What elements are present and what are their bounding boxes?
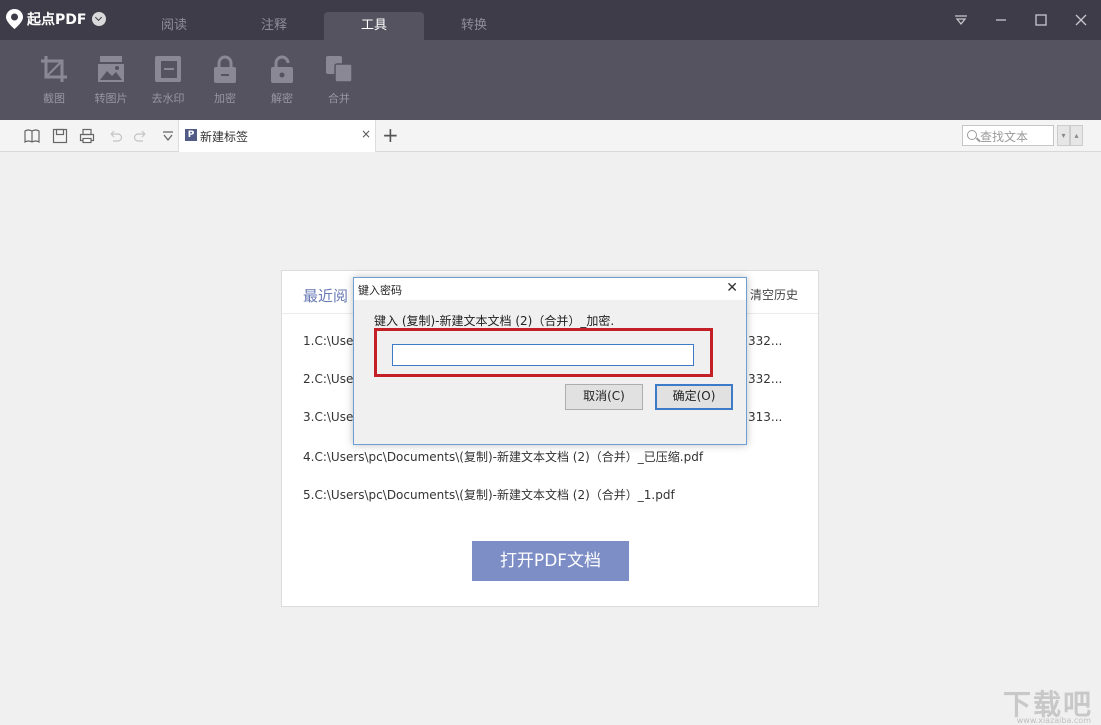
search-options-dropdown-icon[interactable]: ▾ <box>1057 125 1070 146</box>
recent-files-title: 最近阅 <box>303 287 349 305</box>
more-dropdown-icon[interactable] <box>160 128 176 144</box>
convert-image-tool-label: 转图片 <box>94 92 128 105</box>
image-convert-icon <box>98 56 124 82</box>
search-prev-next-icon[interactable]: ▴ <box>1070 125 1083 146</box>
crop-tool-label: 截图 <box>43 92 65 105</box>
open-pdf-button[interactable]: 打开PDF文档 <box>472 541 629 581</box>
dialog-title-bar: 键入密码 ✕ <box>354 278 746 300</box>
merge-icon <box>326 56 353 83</box>
document-tab-label: 新建标签 <box>200 130 249 144</box>
close-window-icon[interactable] <box>1061 0 1101 40</box>
remove-watermark-icon <box>155 56 181 82</box>
clear-history-link[interactable]: 清空历史 <box>750 286 798 303</box>
remove-watermark-tool-button[interactable]: 去水印 <box>140 54 196 106</box>
recent-file-item[interactable]: 5.C:\Users\pc\Documents\(复制)-新建文本文档 (2)（… <box>303 486 675 503</box>
dialog-close-icon[interactable]: ✕ <box>726 280 738 296</box>
document-toolbar: P 新建标签 × + 查找文本 ▾ ▴ <box>0 120 1101 152</box>
recent-file-item-tail[interactable]: 313... <box>748 410 782 424</box>
skin-dropdown-icon[interactable] <box>941 0 981 40</box>
crop-icon <box>41 56 67 82</box>
title-bar: 起点PDF 阅读 注释 工具 转换 <box>0 0 1101 40</box>
app-menu-chevron-icon[interactable] <box>92 12 107 26</box>
maximize-icon[interactable] <box>1021 0 1061 40</box>
redo-icon[interactable] <box>133 128 149 144</box>
dialog-prompt: 键入 (复制)-新建文本文档 (2)（合并）_加密. <box>374 314 615 328</box>
reading-mode-icon[interactable] <box>24 128 40 144</box>
encrypt-tool-label: 加密 <box>214 92 236 105</box>
crop-tool-button[interactable]: 截图 <box>26 54 82 106</box>
pdf-badge-icon: P <box>185 129 197 141</box>
recent-file-item[interactable]: 1.C:\Use <box>303 334 353 348</box>
recent-file-item[interactable]: 4.C:\Users\pc\Documents\(复制)-新建文本文档 (2)（… <box>303 448 703 465</box>
unlock-icon <box>271 55 293 83</box>
add-tab-icon[interactable]: + <box>382 124 399 146</box>
app-logo-icon <box>6 9 23 29</box>
cancel-button[interactable]: 取消(C) <box>565 384 643 410</box>
merge-tool-label: 合并 <box>328 92 350 105</box>
search-icon <box>967 130 977 140</box>
print-icon[interactable] <box>79 128 95 144</box>
lock-icon <box>214 55 236 83</box>
encrypt-tool-button[interactable]: 加密 <box>197 54 253 106</box>
document-tab[interactable]: P 新建标签 × <box>178 120 376 152</box>
app-name: 起点PDF <box>27 12 87 28</box>
password-input[interactable] <box>392 344 694 366</box>
recent-file-item[interactable]: 2.C:\Use <box>303 372 353 386</box>
tab-convert[interactable]: 转换 <box>424 12 524 40</box>
tab-read[interactable]: 阅读 <box>124 12 224 40</box>
tab-annotate[interactable]: 注释 <box>224 12 324 40</box>
merge-tool-button[interactable]: 合并 <box>311 54 367 106</box>
dialog-title: 键入密码 <box>358 284 402 297</box>
password-dialog: 键入密码 ✕ 键入 (复制)-新建文本文档 (2)（合并）_加密. 取消(C) … <box>353 277 747 445</box>
search-box[interactable]: 查找文本 <box>962 125 1054 146</box>
minimize-icon[interactable] <box>981 0 1021 40</box>
decrypt-tool-label: 解密 <box>271 92 293 105</box>
tab-tools[interactable]: 工具 <box>324 12 424 40</box>
search-placeholder: 查找文本 <box>980 130 1029 144</box>
undo-icon[interactable] <box>107 128 123 144</box>
convert-image-tool-button[interactable]: 转图片 <box>83 54 139 106</box>
recent-file-item[interactable]: 3.C:\Use <box>303 410 353 424</box>
decrypt-tool-button[interactable]: 解密 <box>254 54 310 106</box>
site-watermark-url: www.xiazaiba.com <box>1016 716 1091 725</box>
ok-button[interactable]: 确定(O) <box>655 384 733 410</box>
remove-watermark-tool-label: 去水印 <box>151 92 185 105</box>
main-tabs: 阅读 注释 工具 转换 <box>124 12 524 40</box>
app-brand[interactable]: 起点PDF <box>6 9 107 29</box>
tools-ribbon: 截图 转图片 去水印 加密 解密 合并 <box>0 40 1101 120</box>
save-icon[interactable] <box>52 128 68 144</box>
window-controls <box>941 0 1101 40</box>
close-tab-icon[interactable]: × <box>361 127 371 141</box>
recent-file-item-tail[interactable]: 332... <box>748 372 782 386</box>
recent-file-item-tail[interactable]: 332... <box>748 334 782 348</box>
